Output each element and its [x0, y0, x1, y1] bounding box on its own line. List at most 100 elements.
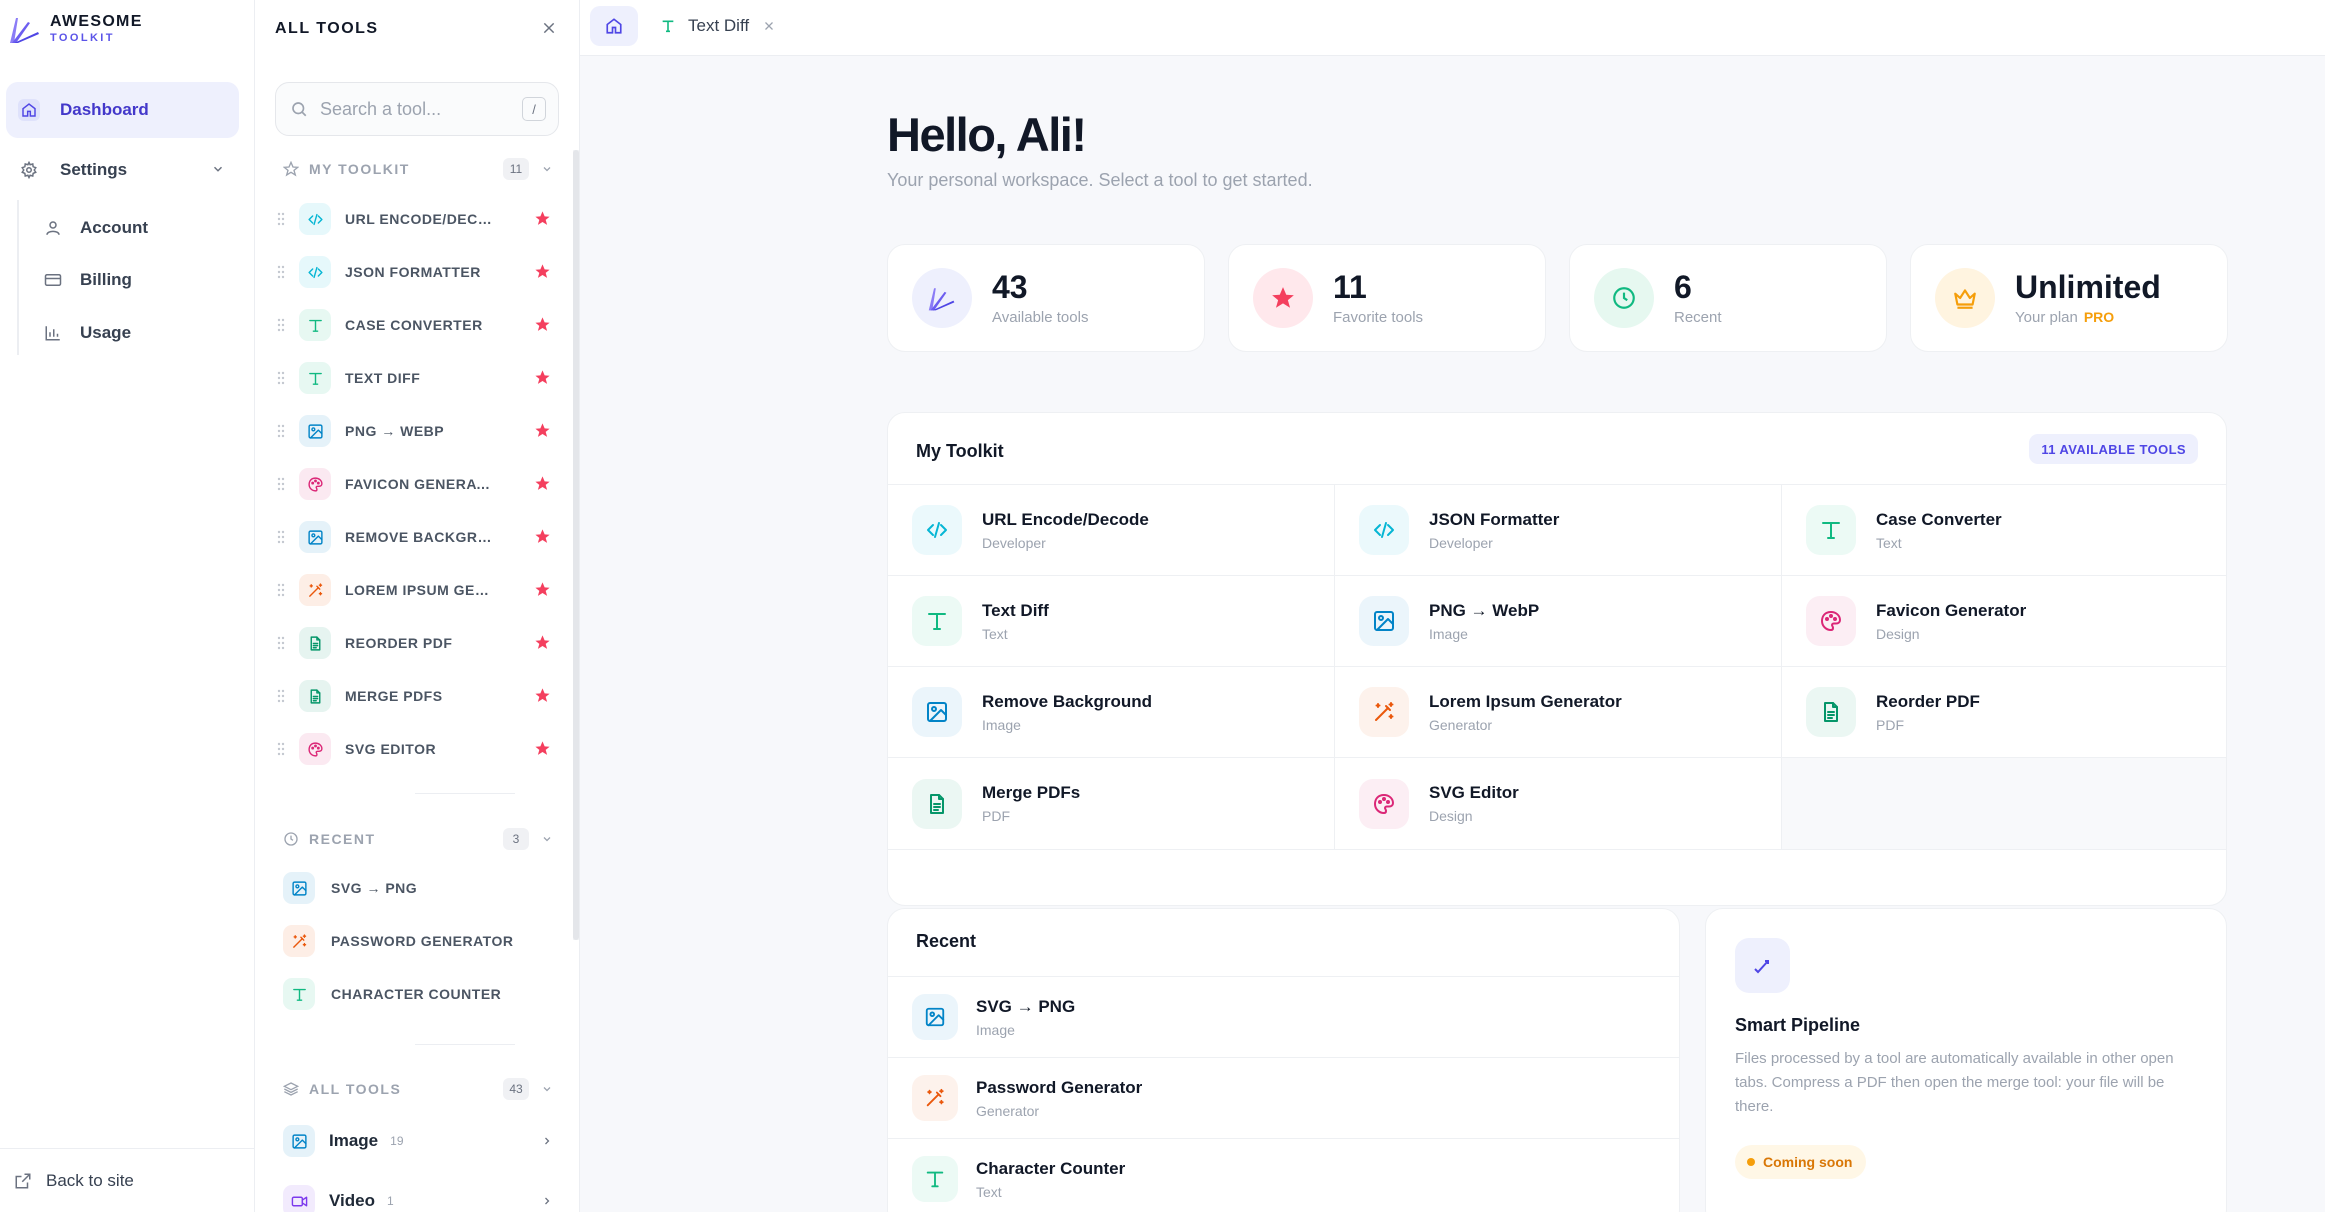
nav-account[interactable]: Account [44, 206, 239, 250]
tool-category: Developer [1429, 534, 1493, 551]
toolkit-item-text-diff[interactable]: TEXT DIFF [275, 356, 565, 400]
favorite-star-icon[interactable] [534, 210, 551, 227]
stat-label-text: Favorite tools [1333, 308, 1424, 326]
section-all-tools-label: ALL TOOLS [309, 1081, 402, 1097]
brand-logo[interactable]: AWESOME TOOLKIT [8, 12, 143, 46]
drag-handle-icon[interactable] [277, 371, 287, 385]
category-video[interactable]: Video 1 [283, 1176, 553, 1212]
tool-card-remove-background[interactable]: Remove Background Image [888, 667, 1335, 758]
favorite-star-icon[interactable] [534, 581, 551, 598]
tab-home[interactable] [590, 6, 638, 46]
user-icon [44, 219, 62, 237]
drag-handle-icon[interactable] [277, 212, 287, 226]
tool-category: Image [982, 716, 1021, 733]
favorite-star-icon[interactable] [534, 263, 551, 280]
drag-handle-icon[interactable] [277, 689, 287, 703]
drag-handle-icon[interactable] [277, 742, 287, 756]
toolkit-item-label: JSON FORMATTER [345, 264, 481, 280]
nav-usage[interactable]: Usage [44, 311, 239, 355]
tool-card-lorem-ipsum-generator[interactable]: Lorem Ipsum Generator Generator [1335, 667, 1782, 758]
back-to-site-link[interactable]: Back to site [0, 1148, 255, 1212]
text-icon [283, 978, 315, 1010]
favorite-star-icon[interactable] [534, 687, 551, 704]
recent-tool-character-counter[interactable]: Character Counter Text [888, 1138, 1679, 1212]
category-label: Image [329, 1131, 379, 1150]
tool-card-case-converter[interactable]: Case Converter Text [1782, 485, 2226, 576]
chevron-down-icon [541, 833, 553, 845]
recent-item-character-counter[interactable]: CHARACTER COUNTER [283, 972, 553, 1016]
toolkit-item-svg-editor[interactable]: SVG EDITOR [275, 727, 565, 771]
section-all-tools[interactable]: ALL TOOLS 43 [283, 1077, 553, 1101]
nav-billing[interactable]: Billing [44, 258, 239, 302]
image-icon [912, 687, 962, 737]
favorite-star-icon[interactable] [534, 316, 551, 333]
text-icon [660, 18, 676, 34]
nav-dashboard[interactable]: Dashboard [6, 82, 239, 138]
drag-handle-icon[interactable] [277, 265, 287, 279]
recent-item-password-generator[interactable]: PASSWORD GENERATOR [283, 919, 553, 963]
toolkit-item-url-encode-decode[interactable]: URL ENCODE/DECODE [275, 197, 565, 241]
tool-card-svg-editor[interactable]: SVG Editor Design [1335, 758, 1782, 850]
close-panel-button[interactable] [541, 20, 557, 36]
brand-logo-icon [8, 12, 42, 46]
drag-handle-icon[interactable] [277, 318, 287, 332]
favorite-star-icon[interactable] [534, 740, 551, 757]
tool-card-text-diff[interactable]: Text Diff Text [888, 576, 1335, 667]
tool-card-favicon-generator[interactable]: Favicon Generator Design [1782, 576, 2226, 667]
text-icon [299, 362, 331, 394]
section-divider [415, 1044, 515, 1045]
tool-card-text: Merge PDFs PDF [982, 783, 1080, 824]
drag-handle-icon[interactable] [277, 583, 287, 597]
favorite-star-icon[interactable] [534, 422, 551, 439]
section-recent[interactable]: RECENT 3 [283, 827, 553, 851]
drag-handle-icon[interactable] [277, 424, 287, 438]
palette-icon [299, 468, 331, 500]
toolkit-item-favicon-generator[interactable]: FAVICON GENERATOR [275, 462, 565, 506]
nav-settings[interactable]: Settings [6, 142, 239, 198]
magic-wand-icon [283, 925, 315, 957]
tool-card-text: Lorem Ipsum Generator Generator [1429, 692, 1622, 733]
tool-card-json-formatter[interactable]: JSON Formatter Developer [1335, 485, 1782, 576]
category-image[interactable]: Image 19 [283, 1116, 553, 1166]
toolkit-item-reorder-pdf[interactable]: REORDER PDF [275, 621, 565, 665]
toolkit-item-remove-background[interactable]: REMOVE BACKGROUND [275, 515, 565, 559]
tool-card-reorder-pdf[interactable]: Reorder PDF PDF [1782, 667, 2226, 758]
favorite-star-icon[interactable] [534, 369, 551, 386]
recent-tool-text: Character Counter Text [976, 1159, 1125, 1200]
chevron-right-icon [541, 1195, 553, 1207]
recent-item-svg-png[interactable]: SVG → PNG [283, 866, 553, 910]
plan-badge: PRO [2083, 308, 2115, 325]
recent-tool-svg-png[interactable]: SVG → PNG Image [888, 976, 1679, 1057]
recent-tool-password-generator[interactable]: Password Generator Generator [888, 1057, 1679, 1138]
favorite-star-icon[interactable] [534, 475, 551, 492]
toolkit-item-json-formatter[interactable]: JSON FORMATTER [275, 250, 565, 294]
tool-card-png-webp[interactable]: PNG → WebP Image [1335, 576, 1782, 667]
toolkit-item-label: CASE CONVERTER [345, 317, 483, 333]
toolkit-item-case-converter[interactable]: CASE CONVERTER [275, 303, 565, 347]
brand-name: AWESOME TOOLKIT [50, 14, 143, 44]
tool-name: Lorem Ipsum Generator [1429, 691, 1622, 711]
drag-handle-icon[interactable] [277, 530, 287, 544]
section-my-toolkit[interactable]: MY TOOLKIT 11 [283, 157, 553, 181]
search-input[interactable] [320, 98, 520, 120]
drag-handle-icon[interactable] [277, 636, 287, 650]
back-to-site-label: Back to site [46, 1170, 134, 1190]
favorite-star-icon[interactable] [534, 528, 551, 545]
tool-card-url-encode-decode[interactable]: URL Encode/Decode Developer [888, 485, 1335, 576]
close-tab-button[interactable] [763, 20, 775, 32]
tab-text-diff[interactable]: Text Diff [650, 6, 785, 46]
drag-handle-icon[interactable] [277, 477, 287, 491]
tool-card-merge-pdfs[interactable]: Merge PDFs PDF [888, 758, 1335, 850]
tool-name: URL Encode/Decode [982, 509, 1149, 529]
toolkit-item-merge-pdfs[interactable]: MERGE PDFS [275, 674, 565, 718]
crown-icon [1935, 268, 1995, 328]
stat-value: 43 [992, 268, 1028, 305]
toolkit-item-lorem-ipsum-generator[interactable]: LOREM IPSUM GENERATOR [275, 568, 565, 612]
category-label: Video [329, 1191, 375, 1210]
recent-tool-category: Image [976, 1021, 1015, 1038]
toolkit-item-png-webp[interactable]: PNG → WEBP [275, 409, 565, 453]
file-text-icon [912, 778, 962, 829]
panel-scrollbar-thumb[interactable] [573, 150, 579, 940]
tool-name: Remove Background [982, 691, 1153, 711]
favorite-star-icon[interactable] [534, 634, 551, 651]
